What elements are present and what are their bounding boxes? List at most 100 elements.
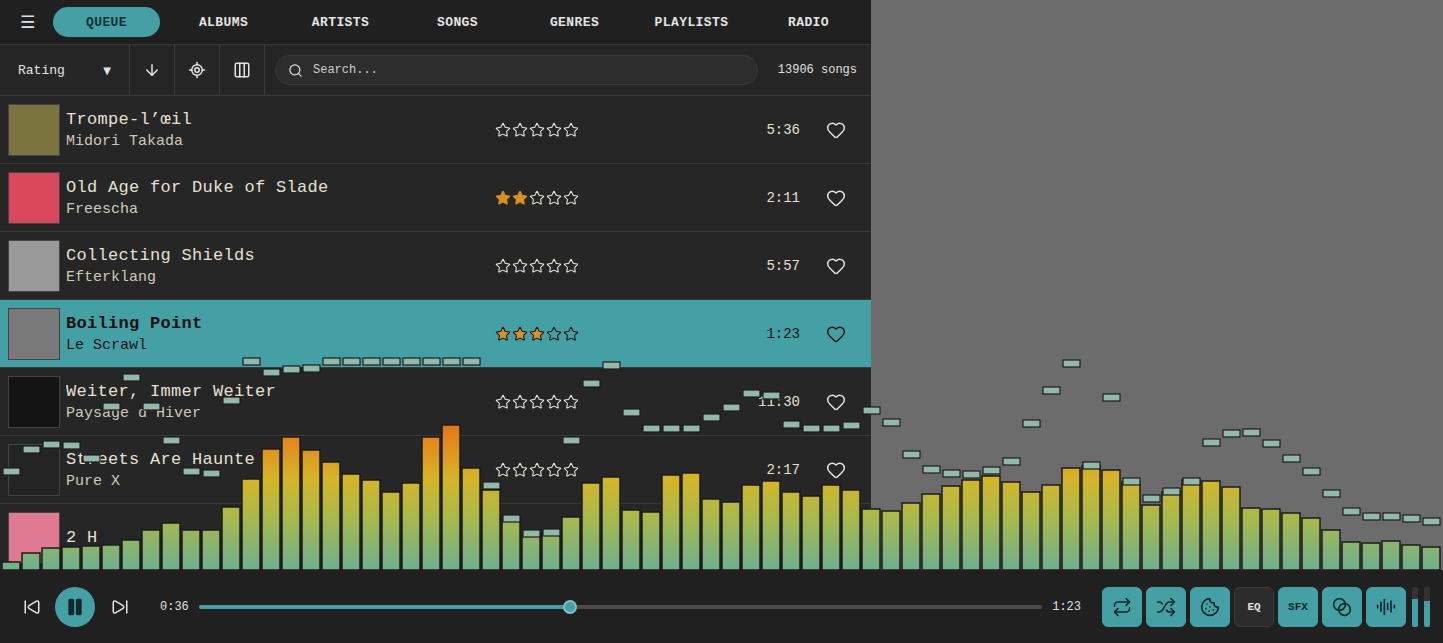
play-pause-button[interactable]: [55, 587, 95, 627]
song-artist[interactable]: Midori Takada: [66, 133, 495, 150]
star-icon[interactable]: [563, 462, 579, 478]
star-icon[interactable]: [546, 190, 562, 206]
sort-dropdown[interactable]: Rating▼: [0, 45, 130, 95]
song-artist[interactable]: Freescha: [66, 201, 495, 218]
queue-row[interactable]: Trompe-l’œilMidori Takada5:36: [0, 96, 871, 164]
star-icon[interactable]: [546, 258, 562, 274]
song-artist[interactable]: Paysage d'Hiver: [66, 405, 495, 422]
queue-row[interactable]: Boiling PointLe Scrawl1:23: [0, 300, 871, 368]
spectrum-peak: [323, 358, 340, 365]
queue-row[interactable]: Streets Are HauntePure X2:17: [0, 436, 871, 504]
star-icon[interactable]: [495, 122, 511, 138]
queue-row[interactable]: 2 H: [0, 504, 871, 570]
text-button[interactable]: EQ: [1234, 587, 1274, 627]
tab[interactable]: RADIO: [755, 7, 862, 37]
star-icon[interactable]: [529, 462, 545, 478]
star-icon[interactable]: [512, 258, 528, 274]
search-field[interactable]: [275, 55, 758, 85]
spectrum-bar: [422, 437, 440, 570]
spectrum-bar: [1342, 542, 1360, 570]
star-icon[interactable]: [563, 190, 579, 206]
star-icon[interactable]: [563, 394, 579, 410]
spectrum-peak: [383, 358, 400, 365]
star-icon[interactable]: [529, 394, 545, 410]
previous-button[interactable]: [20, 595, 44, 619]
tab[interactable]: GENRES: [521, 7, 628, 37]
song-artist[interactable]: Efterklang: [66, 269, 495, 286]
seek-slider[interactable]: [199, 605, 1042, 609]
star-icon[interactable]: [495, 326, 511, 342]
star-icon[interactable]: [512, 462, 528, 478]
spectrum-bar: [2, 562, 20, 570]
star-icon[interactable]: [512, 122, 528, 138]
star-icon[interactable]: [546, 394, 562, 410]
song-duration: 5:57: [740, 258, 800, 274]
columns-button[interactable]: [220, 45, 265, 95]
song-artist[interactable]: Le Scrawl: [66, 337, 495, 354]
star-icon[interactable]: [563, 258, 579, 274]
favorite-button[interactable]: [800, 256, 871, 276]
queue-row[interactable]: Collecting ShieldsEfterklang5:57: [0, 232, 871, 300]
star-rating[interactable]: [495, 326, 581, 342]
song-artist[interactable]: Pure X: [66, 473, 495, 490]
sort-order-button[interactable]: [130, 45, 175, 95]
album-cover: [8, 444, 60, 496]
star-icon[interactable]: [512, 394, 528, 410]
cookie-button[interactable]: [1190, 587, 1230, 627]
star-icon[interactable]: [495, 258, 511, 274]
star-icon[interactable]: [546, 122, 562, 138]
spectrum-peak: [903, 451, 920, 458]
favorite-button[interactable]: [800, 460, 871, 480]
star-icon[interactable]: [529, 122, 545, 138]
shuffle-button[interactable]: [1146, 587, 1186, 627]
star-icon[interactable]: [529, 190, 545, 206]
search-input[interactable]: [311, 62, 745, 78]
tab[interactable]: ARTISTS: [287, 7, 394, 37]
menu-button[interactable]: ☰: [0, 12, 53, 32]
star-icon[interactable]: [529, 258, 545, 274]
favorite-button[interactable]: [800, 324, 871, 344]
star-icon[interactable]: [563, 122, 579, 138]
star-rating[interactable]: [495, 190, 581, 206]
star-icon[interactable]: [495, 190, 511, 206]
favorite-button[interactable]: [800, 188, 871, 208]
heart-icon: [826, 120, 846, 140]
favorite-button[interactable]: [800, 120, 871, 140]
favorite-button[interactable]: [800, 392, 871, 412]
seek-thumb[interactable]: [563, 600, 577, 614]
star-icon[interactable]: [512, 326, 528, 342]
star-icon[interactable]: [563, 326, 579, 342]
star-icon[interactable]: [512, 190, 528, 206]
star-rating[interactable]: [495, 462, 581, 478]
star-icon[interactable]: [546, 326, 562, 342]
tab[interactable]: PLAYLISTS: [638, 7, 745, 37]
skip-forward-icon: [111, 598, 129, 616]
locate-button[interactable]: [175, 45, 220, 95]
spectrum-bar: [1182, 480, 1200, 570]
star-rating[interactable]: [495, 122, 581, 138]
tab[interactable]: ALBUMS: [170, 7, 277, 37]
wave-button[interactable]: [1366, 587, 1406, 627]
queue-list: Trompe-l’œilMidori Takada5:36Old Age for…: [0, 96, 871, 570]
spectrum-peak: [1403, 515, 1420, 522]
spectrum-bar: [982, 476, 1000, 570]
star-icon[interactable]: [495, 462, 511, 478]
star-rating[interactable]: [495, 394, 581, 410]
spectrum-peak: [763, 392, 780, 399]
star-icon[interactable]: [495, 394, 511, 410]
queue-row[interactable]: Old Age for Duke of SladeFreescha2:11: [0, 164, 871, 232]
spectrum-peak: [163, 437, 180, 444]
spectrum-peak: [1303, 468, 1320, 475]
spectrum-peak: [83, 455, 100, 462]
blend-button[interactable]: [1322, 587, 1362, 627]
tab[interactable]: SONGS: [404, 7, 511, 37]
star-icon[interactable]: [529, 326, 545, 342]
star-rating[interactable]: [495, 258, 581, 274]
queue-row[interactable]: Weiter, Immer WeiterPaysage d'Hiver11:30: [0, 368, 871, 436]
star-icon[interactable]: [546, 462, 562, 478]
tab[interactable]: QUEUE: [53, 7, 160, 37]
next-button[interactable]: [108, 595, 132, 619]
spectrum-bar: [862, 509, 880, 570]
text-button[interactable]: SFX: [1278, 587, 1318, 627]
repeat-button[interactable]: [1102, 587, 1142, 627]
